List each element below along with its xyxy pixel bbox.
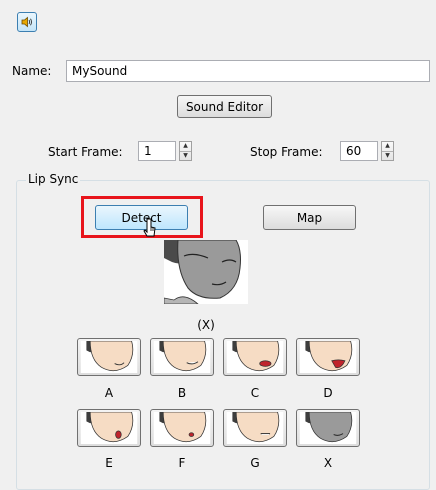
down-arrow-icon[interactable]: ▼ (382, 150, 393, 161)
name-value: MySound (72, 64, 128, 78)
start-frame-label: Start Frame: (48, 145, 123, 159)
speaker-icon (21, 16, 32, 28)
start-frame-value: 1 (144, 144, 152, 158)
down-arrow-icon[interactable]: ▼ (180, 150, 191, 161)
mouth-button-x[interactable] (296, 409, 360, 447)
mouth-label-e: E (105, 456, 113, 470)
mouth-button-b[interactable] (150, 338, 214, 376)
lip-sync-title: Lip Sync (26, 172, 81, 186)
mouth-label-a: A (104, 386, 114, 400)
mouth-button-c[interactable] (223, 338, 287, 376)
mouth-label-f: F (178, 456, 186, 470)
up-arrow-icon[interactable]: ▲ (382, 142, 393, 151)
mouth-button-a[interactable] (77, 338, 141, 376)
mouth-button-d[interactable] (296, 338, 360, 376)
current-mouth-label: (X) (197, 318, 215, 332)
mouth-label-x: X (323, 456, 333, 470)
current-mouth-preview (164, 240, 248, 304)
stop-frame-label: Stop Frame: (250, 145, 323, 159)
mouth-button-e[interactable] (77, 409, 141, 447)
mouth-label-d: D (323, 386, 333, 400)
mouth-button-g[interactable] (223, 409, 287, 447)
name-label: Name: (12, 64, 52, 78)
up-arrow-icon[interactable]: ▲ (180, 142, 191, 151)
mouth-label-g: G (250, 456, 260, 470)
start-frame-spinner[interactable]: ▲ ▼ (179, 141, 192, 161)
stop-frame-spinner[interactable]: ▲ ▼ (381, 141, 394, 161)
sound-editor-button[interactable]: Sound Editor (177, 95, 272, 118)
mouse-cursor-icon (143, 218, 156, 237)
stop-frame-value: 60 (346, 144, 362, 158)
mouth-label-b: B (177, 386, 187, 400)
mouth-button-f[interactable] (150, 409, 214, 447)
map-button[interactable]: Map (263, 205, 356, 230)
name-field[interactable]: MySound (66, 60, 430, 82)
mouth-label-c: C (250, 386, 260, 400)
speaker-button[interactable] (17, 12, 37, 32)
stop-frame-field[interactable]: 60 (340, 141, 378, 161)
start-frame-field[interactable]: 1 (138, 141, 176, 161)
